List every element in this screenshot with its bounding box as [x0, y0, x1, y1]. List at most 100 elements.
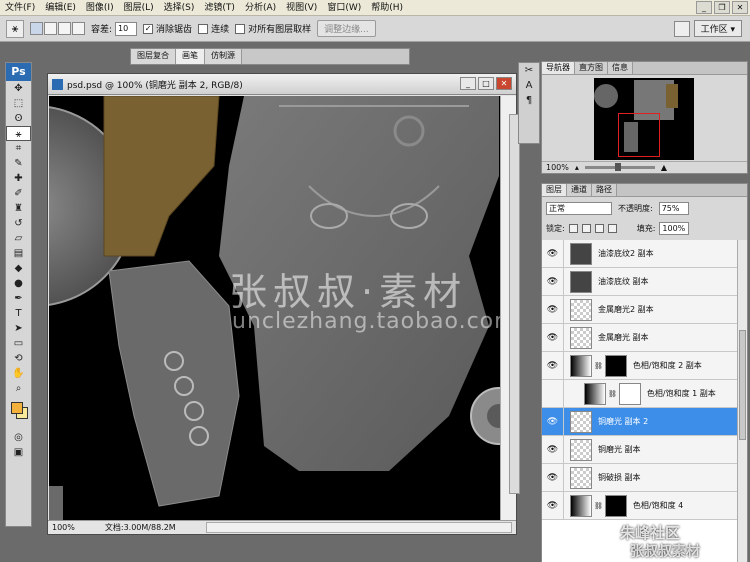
- chain-icon[interactable]: ⛓: [594, 502, 603, 510]
- history-brush-icon[interactable]: ↺: [6, 216, 31, 231]
- dodge-tool-icon[interactable]: ●: [6, 276, 31, 291]
- layer-row[interactable]: ⛓ 色相/饱和度 1 副本: [542, 379, 739, 408]
- brush-tool-icon[interactable]: ✐: [6, 186, 31, 201]
- layer-name[interactable]: 油漆底纹2 副本: [598, 248, 654, 259]
- hand-tool-icon[interactable]: ✋: [6, 366, 31, 381]
- zoom-in-icon[interactable]: ▲: [661, 163, 667, 172]
- lock-position-icon[interactable]: [594, 224, 604, 233]
- navigator-thumbnail[interactable]: [594, 78, 694, 160]
- stamp-tool-icon[interactable]: ♜: [6, 201, 31, 216]
- antialias-checkbox[interactable]: ✓: [143, 23, 154, 34]
- layer-row-selected[interactable]: 👁 铜磨光 副本 2: [542, 407, 739, 436]
- tools-preset-icon[interactable]: ✂: [519, 63, 539, 78]
- doc-minimize-button[interactable]: _: [460, 77, 476, 90]
- crop-tool-icon[interactable]: ⌗: [6, 141, 31, 156]
- workspace-button[interactable]: 工作区 ▾: [693, 20, 742, 37]
- eye-icon[interactable]: 👁: [542, 435, 564, 464]
- chain-icon[interactable]: ⛓: [608, 390, 617, 398]
- eye-icon[interactable]: 👁: [542, 351, 564, 380]
- horizontal-scrollbar[interactable]: [205, 522, 512, 533]
- paragraph-icon[interactable]: ¶: [519, 93, 539, 108]
- zoom-slider[interactable]: [584, 163, 655, 171]
- layers-scrollbar[interactable]: [737, 240, 747, 562]
- magic-wand-preset-icon[interactable]: ⚹: [6, 19, 24, 38]
- foreground-color[interactable]: [11, 402, 23, 414]
- lock-all-icon[interactable]: [607, 224, 617, 233]
- chain-icon[interactable]: ⛓: [594, 362, 603, 370]
- move-tool-icon[interactable]: ✥: [6, 81, 31, 96]
- eye-icon[interactable]: 👁: [542, 323, 564, 352]
- eye-icon[interactable]: 👁: [542, 240, 564, 268]
- tab-layer-comps[interactable]: 图层复合: [131, 49, 176, 64]
- tab-layers[interactable]: 图层: [542, 184, 567, 196]
- canvas[interactable]: 张叔叔·素材 unclezhang.taobao.com: [49, 96, 500, 521]
- navigator-zoom-value[interactable]: 100%: [546, 163, 569, 172]
- layer-row[interactable]: 👁 ⛓ 色相/饱和度 2 副本: [542, 351, 739, 380]
- minimize-button[interactable]: _: [696, 1, 712, 14]
- lock-image-icon[interactable]: [581, 224, 591, 233]
- vertical-scrollbar[interactable]: [500, 96, 520, 521]
- pen-tool-icon[interactable]: ✒: [6, 291, 31, 306]
- doc-maximize-button[interactable]: □: [478, 77, 494, 90]
- layer-row[interactable]: 👁 油漆底纹2 副本: [542, 240, 739, 268]
- tolerance-input[interactable]: 10: [115, 21, 138, 36]
- menu-image[interactable]: 图像(I): [81, 0, 119, 16]
- menu-select[interactable]: 选择(S): [159, 0, 200, 16]
- layer-name[interactable]: 色相/饱和度 1 副本: [647, 388, 716, 399]
- eye-icon[interactable]: 👁: [542, 267, 564, 296]
- scroll-thumb[interactable]: [509, 114, 520, 494]
- contiguous-checkbox[interactable]: [198, 23, 209, 34]
- subtract-selection-icon[interactable]: [58, 22, 71, 35]
- character-icon[interactable]: A: [519, 78, 539, 93]
- doc-close-button[interactable]: ✕: [496, 77, 512, 90]
- layer-name[interactable]: 色相/饱和度 4: [633, 500, 683, 511]
- shape-tool-icon[interactable]: ▭: [6, 336, 31, 351]
- lasso-tool-icon[interactable]: ʘ: [6, 111, 31, 126]
- tab-channels[interactable]: 通道: [567, 184, 592, 196]
- sample-all-layers-checkbox[interactable]: [235, 23, 246, 34]
- eye-icon[interactable]: 👁: [542, 463, 564, 492]
- type-tool-icon[interactable]: T: [6, 306, 31, 321]
- menu-view[interactable]: 视图(V): [281, 0, 322, 16]
- menu-file[interactable]: 文件(F): [0, 0, 40, 16]
- blur-tool-icon[interactable]: ◆: [6, 261, 31, 276]
- brushes-icon[interactable]: [673, 20, 690, 37]
- add-selection-icon[interactable]: [44, 22, 57, 35]
- layer-mask-thumbnail[interactable]: [604, 494, 627, 517]
- layer-row[interactable]: 👁 金属磨光 副本: [542, 323, 739, 352]
- zoom-tool-icon[interactable]: ⌕: [6, 381, 31, 396]
- tab-info[interactable]: 信息: [608, 62, 633, 74]
- path-select-tool-icon[interactable]: ➤: [6, 321, 31, 336]
- magic-wand-tool-icon[interactable]: ⚹: [6, 126, 31, 141]
- menu-window[interactable]: 窗口(W): [322, 0, 366, 16]
- quick-mask-icon[interactable]: ◎: [6, 430, 31, 445]
- layer-row[interactable]: 👁 ⛓ 色相/饱和度 4: [542, 491, 739, 520]
- restore-button[interactable]: ❐: [714, 1, 730, 14]
- opacity-input[interactable]: 75%: [658, 202, 689, 215]
- layer-name[interactable]: 铜磨光 副本 2: [598, 416, 648, 427]
- fill-input[interactable]: 100%: [659, 222, 690, 235]
- eyedropper-tool-icon[interactable]: ✎: [6, 156, 31, 171]
- screen-mode-icon[interactable]: ▣: [6, 445, 31, 460]
- intersect-selection-icon[interactable]: [72, 22, 85, 35]
- gradient-tool-icon[interactable]: ▤: [6, 246, 31, 261]
- eye-icon[interactable]: [542, 379, 564, 408]
- layer-mask-thumbnail[interactable]: [604, 354, 627, 377]
- blend-mode-select[interactable]: 正常: [546, 202, 612, 215]
- new-selection-icon[interactable]: [30, 22, 43, 35]
- close-button[interactable]: ✕: [732, 1, 748, 14]
- layer-name[interactable]: 铜磨光 副本: [598, 444, 641, 455]
- layer-name[interactable]: 油漆底纹 副本: [598, 276, 649, 287]
- lock-transparent-icon[interactable]: [568, 224, 578, 233]
- navigator-view-box[interactable]: [618, 113, 660, 157]
- layer-mask-thumbnail[interactable]: [618, 382, 641, 405]
- eye-icon[interactable]: 👁: [542, 295, 564, 324]
- zoom-out-icon[interactable]: ▴: [575, 163, 579, 172]
- 3d-tool-icon[interactable]: ⟲: [6, 351, 31, 366]
- menu-analysis[interactable]: 分析(A): [240, 0, 281, 16]
- tab-clone-source[interactable]: 仿制源: [205, 49, 242, 64]
- menu-filter[interactable]: 滤镜(T): [199, 0, 240, 16]
- menu-layer[interactable]: 图层(L): [119, 0, 159, 16]
- zoom-level[interactable]: 100%: [52, 523, 75, 532]
- layer-row[interactable]: 👁 油漆底纹 副本: [542, 267, 739, 296]
